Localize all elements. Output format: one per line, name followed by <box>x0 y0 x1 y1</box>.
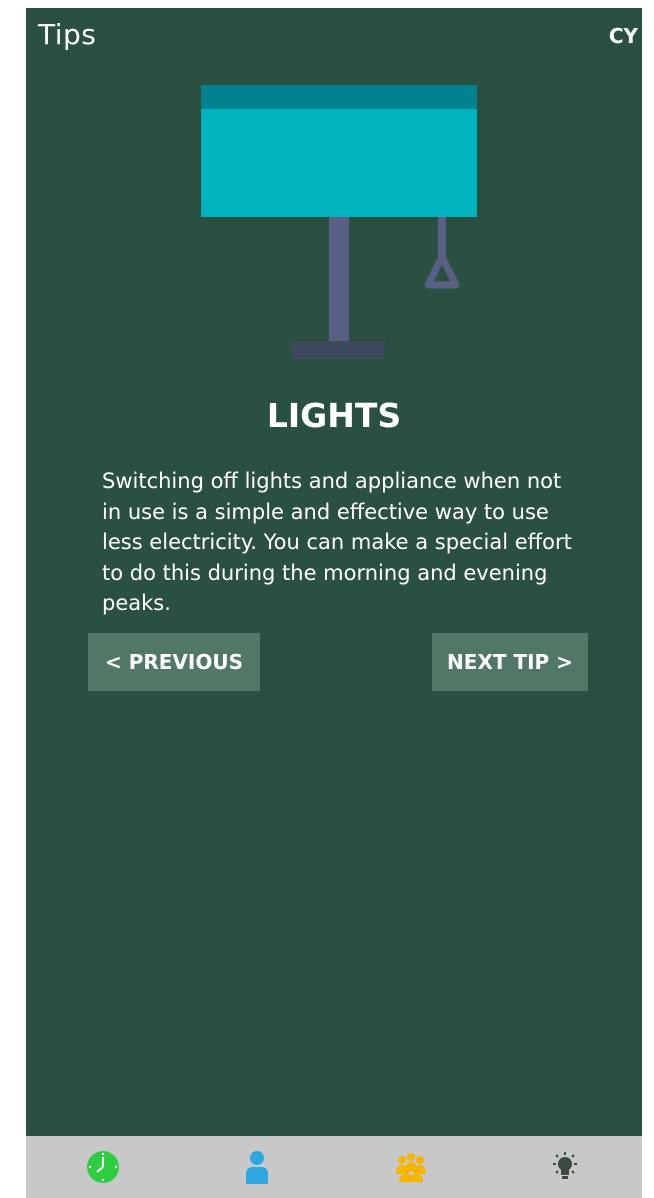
tab-tips[interactable] <box>488 1136 642 1198</box>
tip-title: LIGHTS <box>266 396 402 435</box>
lamp-pull-handle <box>424 253 460 289</box>
clock-icon <box>87 1151 119 1183</box>
page-title: Tips <box>38 18 97 51</box>
group-icon <box>396 1153 426 1182</box>
language-toggle[interactable]: CY <box>609 24 638 48</box>
lamp-pole <box>329 217 349 341</box>
tip-body: Switching off lights and appliance when … <box>102 469 572 615</box>
tab-profile[interactable] <box>180 1136 334 1198</box>
next-tip-button[interactable]: NEXT TIP > <box>432 633 588 691</box>
bottom-tab-bar <box>26 1136 642 1198</box>
tips-screen: Tips CY LIGHTS Switching off lights and … <box>26 8 642 1198</box>
tab-clock[interactable] <box>26 1136 180 1198</box>
lamp-pull-cord <box>438 217 446 259</box>
tab-community[interactable] <box>334 1136 488 1198</box>
lamp-base <box>291 341 385 359</box>
lamp-shade <box>201 109 477 217</box>
lamp-illustration <box>201 85 477 359</box>
previous-tip-button[interactable]: < PREVIOUS <box>88 633 260 691</box>
person-icon <box>246 1151 268 1184</box>
lightbulb-icon <box>553 1152 577 1179</box>
lamp-shade-top <box>201 85 477 109</box>
